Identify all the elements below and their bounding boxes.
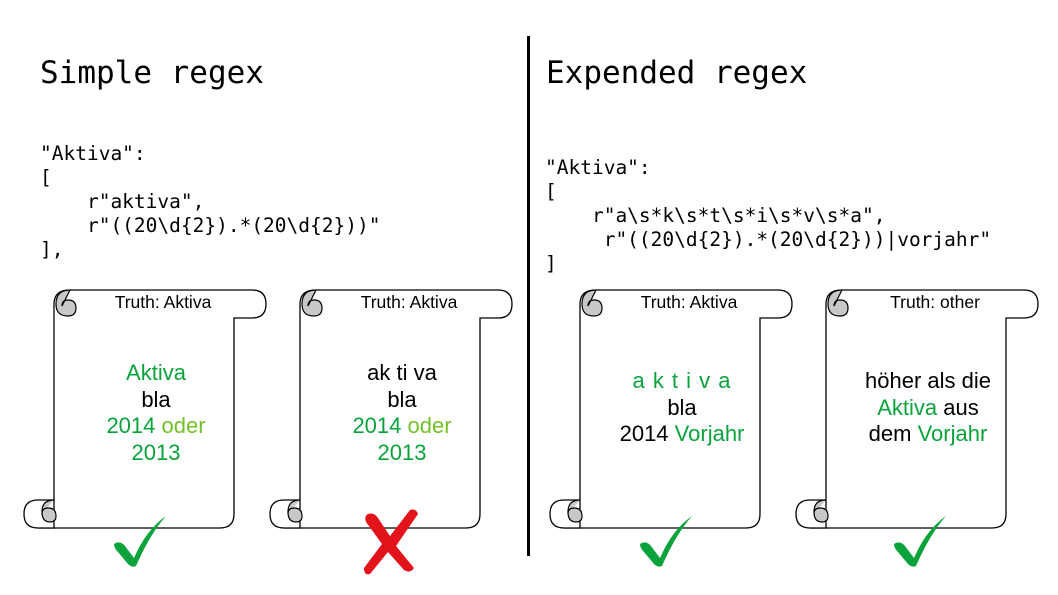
text-token: Aktiva [877, 394, 938, 420]
truth-label: Truth: Aktiva [640, 292, 738, 312]
truth-label: Truth: Aktiva [114, 292, 212, 312]
code-line: "Aktiva": [40, 142, 146, 165]
truth-label: Truth: Aktiva [360, 292, 458, 312]
text-line: bla [387, 386, 417, 412]
text-line: ak ti va [367, 360, 437, 385]
truth-label: Truth: other [890, 292, 980, 312]
code-line: ] [545, 252, 557, 275]
scroll-card-3: Truth: Aktiva a k t i v a bla 2014 Vorja… [548, 286, 816, 536]
text-line: a k t i v a [632, 368, 732, 393]
left-title: Simple regex [40, 55, 264, 91]
sample-text: Aktiva bla 2014 oder 2013 [52, 360, 260, 466]
text-line: 2013 [377, 439, 427, 465]
text-token: Vorjahr [917, 421, 988, 446]
text-token: 2014 [619, 421, 669, 446]
checkmark-icon [640, 516, 692, 567]
code-line: r"((20\d{2}).*(20\d{2}))" [40, 214, 381, 237]
text-token: 2014 [352, 413, 402, 438]
sample-text: höher als die Aktiva aus dem Vorjahr [824, 368, 1032, 448]
text-token: 2014 [106, 413, 156, 438]
text-token: oder [161, 413, 206, 438]
code-line: ], [40, 238, 64, 261]
sample-text: ak ti va bla 2014 oder 2013 [298, 360, 506, 466]
code-line: r"a\s*k\s*t\s*i\s*v\s*a", [545, 204, 886, 227]
checkmark-icon [894, 516, 946, 567]
checkmark-icon [114, 516, 166, 567]
left-code-block: "Aktiva": [ r"aktiva", r"((20\d{2}).*(20… [40, 142, 380, 262]
text-line: bla [141, 386, 171, 412]
text-line: Aktiva [126, 360, 186, 385]
sample-text: a k t i v a bla 2014 Vorjahr [578, 368, 786, 448]
text-line: 2013 [131, 439, 181, 465]
code-line: "Aktiva": [545, 156, 651, 179]
scroll-card-4: Truth: other höher als die Aktiva aus de… [794, 286, 1058, 536]
text-token: oder [407, 413, 452, 438]
text-token: aus [943, 394, 979, 420]
code-line: [ [40, 166, 52, 189]
text-line: 2014 Vorjahr [578, 421, 786, 448]
scroll-card-2: Truth: Aktiva ak ti va bla 2014 oder 201… [268, 286, 536, 536]
text-line: bla [667, 394, 697, 420]
text-line: dem Vorjahr [824, 421, 1032, 448]
code-line: [ [545, 180, 557, 203]
cross-icon [364, 509, 418, 575]
code-line: r"((20\d{2}).*(20\d{2}))|vorjahr" [545, 228, 992, 251]
right-title: Expended regex [546, 55, 808, 91]
text-token: dem [868, 421, 912, 446]
text-line: höher als die [865, 368, 991, 393]
text-line: 2014 oder [298, 413, 506, 440]
right-code-block: "Aktiva": [ r"a\s*k\s*t\s*i\s*v\s*a", r"… [545, 156, 991, 276]
text-line: 2014 oder [52, 413, 260, 440]
text-line: Aktiva aus [824, 395, 1032, 422]
code-line: r"aktiva", [40, 190, 205, 213]
text-token: Vorjahr [674, 421, 745, 446]
scroll-card-1: Truth: Aktiva Aktiva bla 2014 oder 2013 [22, 286, 290, 536]
